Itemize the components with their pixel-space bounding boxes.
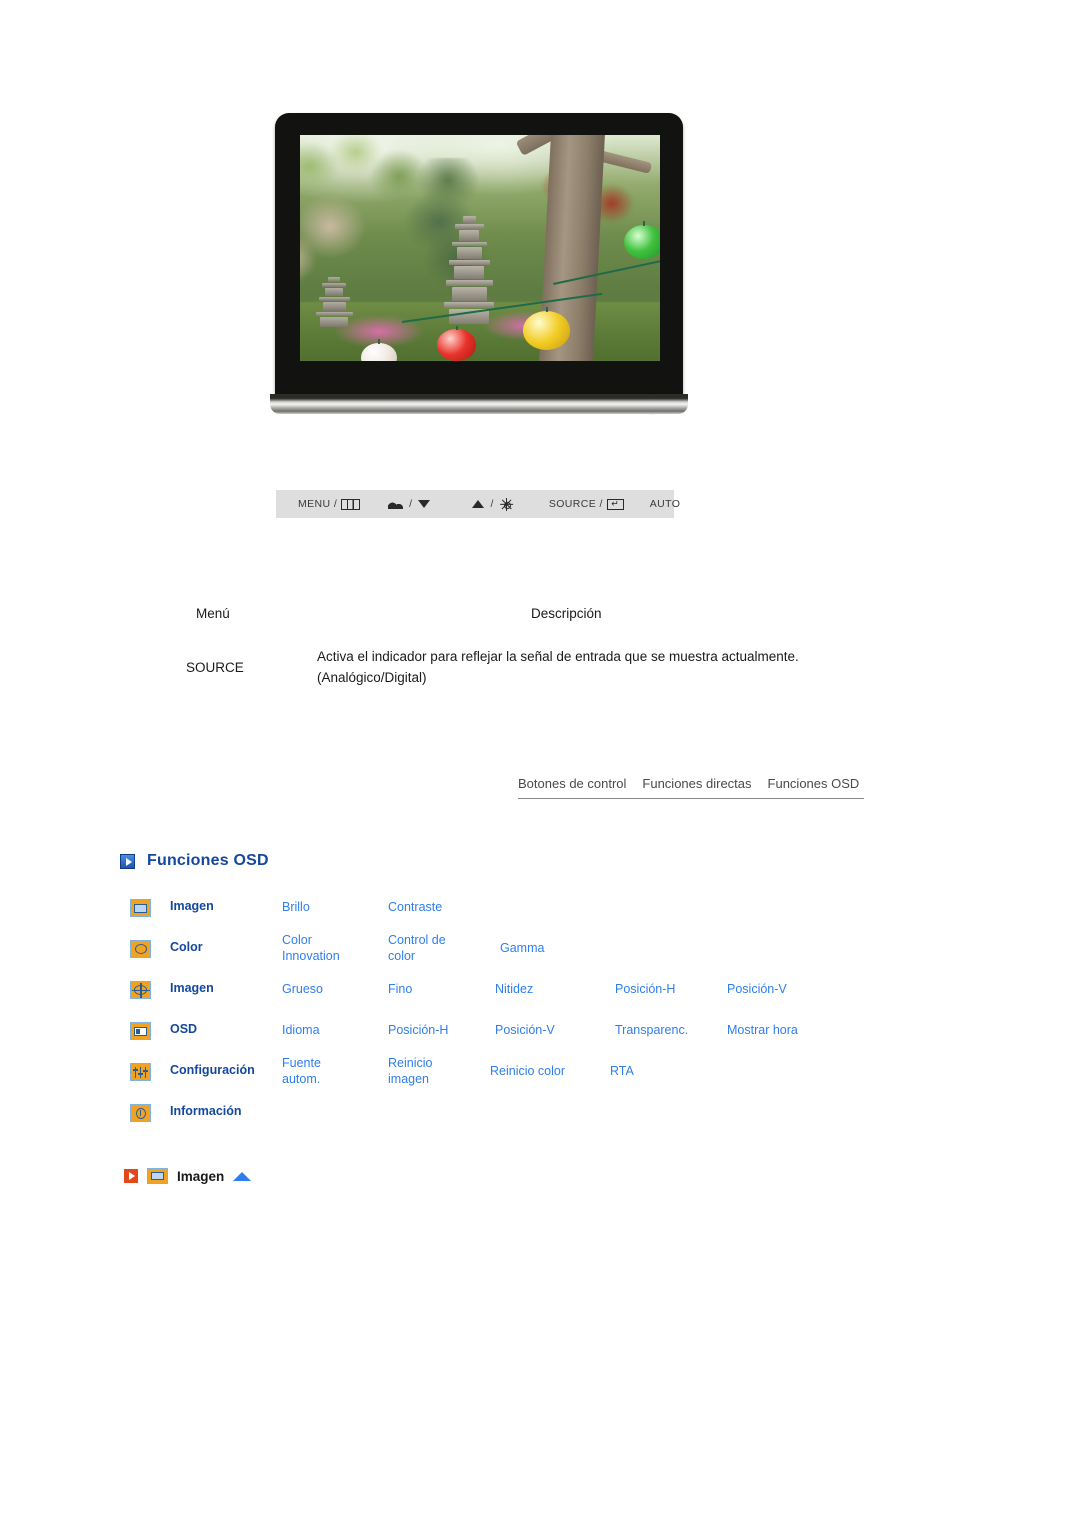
osd-item-reinicio-imagen[interactable]: Reinicio imagen — [388, 1055, 432, 1087]
osd-item-posicion-v[interactable]: Posición-V — [495, 1022, 555, 1038]
osd-item-control-de-color[interactable]: Control de color — [388, 932, 446, 964]
column-header-description: Descripción — [531, 606, 602, 621]
osd-item-transparencia[interactable]: Transparenc. — [615, 1022, 688, 1038]
osd-row-informacion: Información — [130, 1099, 960, 1140]
tab-funciones-osd[interactable]: Funciones OSD — [768, 776, 860, 791]
cell-menu-name: SOURCE — [186, 660, 244, 675]
picture-icon — [147, 1168, 168, 1184]
osd-category-label: Imagen — [170, 981, 214, 995]
osd-category-label: Información — [170, 1104, 242, 1118]
osd-item-posicion-h[interactable]: Posición-H — [615, 981, 675, 997]
triangle-up-icon[interactable] — [233, 1171, 252, 1181]
osd-row-osd: OSD Idioma Posición-H Posición-V Transpa… — [130, 1017, 960, 1058]
monitor-bezel: ⏻ — [275, 113, 683, 413]
photo-lantern-yellow — [523, 311, 570, 350]
table-row: SOURCE Activa el indicador para reflejar… — [186, 646, 876, 690]
menu-button-label: MENU / — [298, 498, 338, 510]
osd-item-fuente-autom[interactable]: Fuente autom. — [282, 1055, 321, 1087]
osd-row-imagen-picture: Imagen Brillo Contraste — [130, 894, 960, 935]
source-button-label: SOURCE / — [548, 498, 603, 510]
osd-category-label: Configuración — [170, 1063, 255, 1077]
monitor-screen — [300, 135, 660, 361]
osd-item-brillo[interactable]: Brillo — [282, 899, 310, 915]
sliders-icon — [130, 1063, 151, 1081]
osd-item-fino[interactable]: Fino — [388, 981, 412, 997]
photo-lantern-red — [436, 329, 477, 361]
osd-row-imagen-geometry: Imagen Grueso Fino Nitidez Posición-H Po… — [130, 976, 960, 1017]
information-icon — [130, 1104, 151, 1122]
imagen-subsection-title: Imagen — [177, 1168, 225, 1184]
osd-item-grueso[interactable]: Grueso — [282, 981, 323, 997]
osd-item-reinicio-color[interactable]: Reinicio color — [490, 1063, 565, 1079]
control-button-strip: MENU / / / SOURCE / AUTO — [276, 490, 680, 518]
osd-item-gamma[interactable]: Gamma — [500, 940, 544, 956]
enter-icon — [606, 498, 624, 510]
table-header-row: Menú Descripción — [196, 606, 876, 646]
osd-row-color: Color Color Innovation Control de color … — [130, 932, 960, 976]
osd-item-posicion-h[interactable]: Posición-H — [388, 1022, 448, 1038]
up-brightness-button[interactable]: / — [472, 497, 513, 511]
navigation-tabs: Botones de control Funciones directas Fu… — [518, 776, 864, 799]
osd-functions-table: Imagen Brillo Contraste Color Color Inno… — [130, 894, 960, 1140]
tab-botones-de-control[interactable]: Botones de control — [518, 776, 626, 791]
auto-button[interactable]: AUTO — [650, 498, 681, 510]
brightness-sun-icon — [499, 497, 513, 511]
down-button[interactable]: / — [388, 498, 431, 510]
photo-stone-pagoda — [444, 216, 495, 334]
photo-lantern-green — [624, 225, 660, 260]
osd-row-configuracion: Configuración Fuente autom. Reinicio ima… — [130, 1055, 960, 1099]
triangle-down-icon — [418, 500, 431, 508]
blue-play-square-icon — [120, 853, 135, 869]
mountain-icon — [388, 499, 404, 509]
orange-play-square-icon — [124, 1169, 138, 1183]
menu-button[interactable]: MENU / — [298, 498, 361, 510]
up-brightness-label: / — [490, 498, 494, 510]
osd-category-label: Color — [170, 940, 203, 954]
color-palette-icon — [130, 940, 151, 958]
source-enter-button[interactable]: SOURCE / — [549, 498, 624, 510]
osd-item-idioma[interactable]: Idioma — [282, 1022, 320, 1038]
osd-category-label: Imagen — [170, 899, 214, 913]
section-heading-funciones-osd: Funciones OSD — [120, 852, 269, 870]
tab-funciones-directas[interactable]: Funciones directas — [642, 776, 751, 791]
osd-window-icon — [130, 1022, 151, 1040]
osd-item-posicion-v[interactable]: Posición-V — [727, 981, 787, 997]
photo-small-pagoda — [314, 277, 354, 349]
picture-icon — [130, 899, 151, 917]
osd-item-mostrar-hora[interactable]: Mostrar hora — [727, 1022, 798, 1038]
osd-item-color-innovation[interactable]: Color Innovation — [282, 932, 340, 964]
monitor-illustration: ⏻ — [270, 108, 688, 416]
down-button-label: / — [409, 498, 413, 510]
menu-grid-icon — [341, 498, 361, 510]
cell-menu-description: Activa el indicador para reflejar la señ… — [317, 649, 799, 685]
osd-item-contraste[interactable]: Contraste — [388, 899, 442, 915]
monitor-stand-base — [270, 394, 688, 414]
column-header-menu: Menú — [196, 606, 230, 621]
menu-description-table: Menú Descripción SOURCE Activa el indica… — [186, 606, 876, 690]
imagen-subsection-heading: Imagen — [124, 1168, 252, 1184]
triangle-up-icon — [472, 500, 485, 508]
osd-category-label: OSD — [170, 1022, 198, 1036]
osd-item-nitidez[interactable]: Nitidez — [495, 981, 533, 997]
osd-item-rta[interactable]: RTA — [610, 1063, 634, 1079]
geometry-icon — [130, 981, 151, 999]
page-title: Funciones OSD — [147, 852, 269, 869]
auto-button-label: AUTO — [649, 498, 681, 510]
